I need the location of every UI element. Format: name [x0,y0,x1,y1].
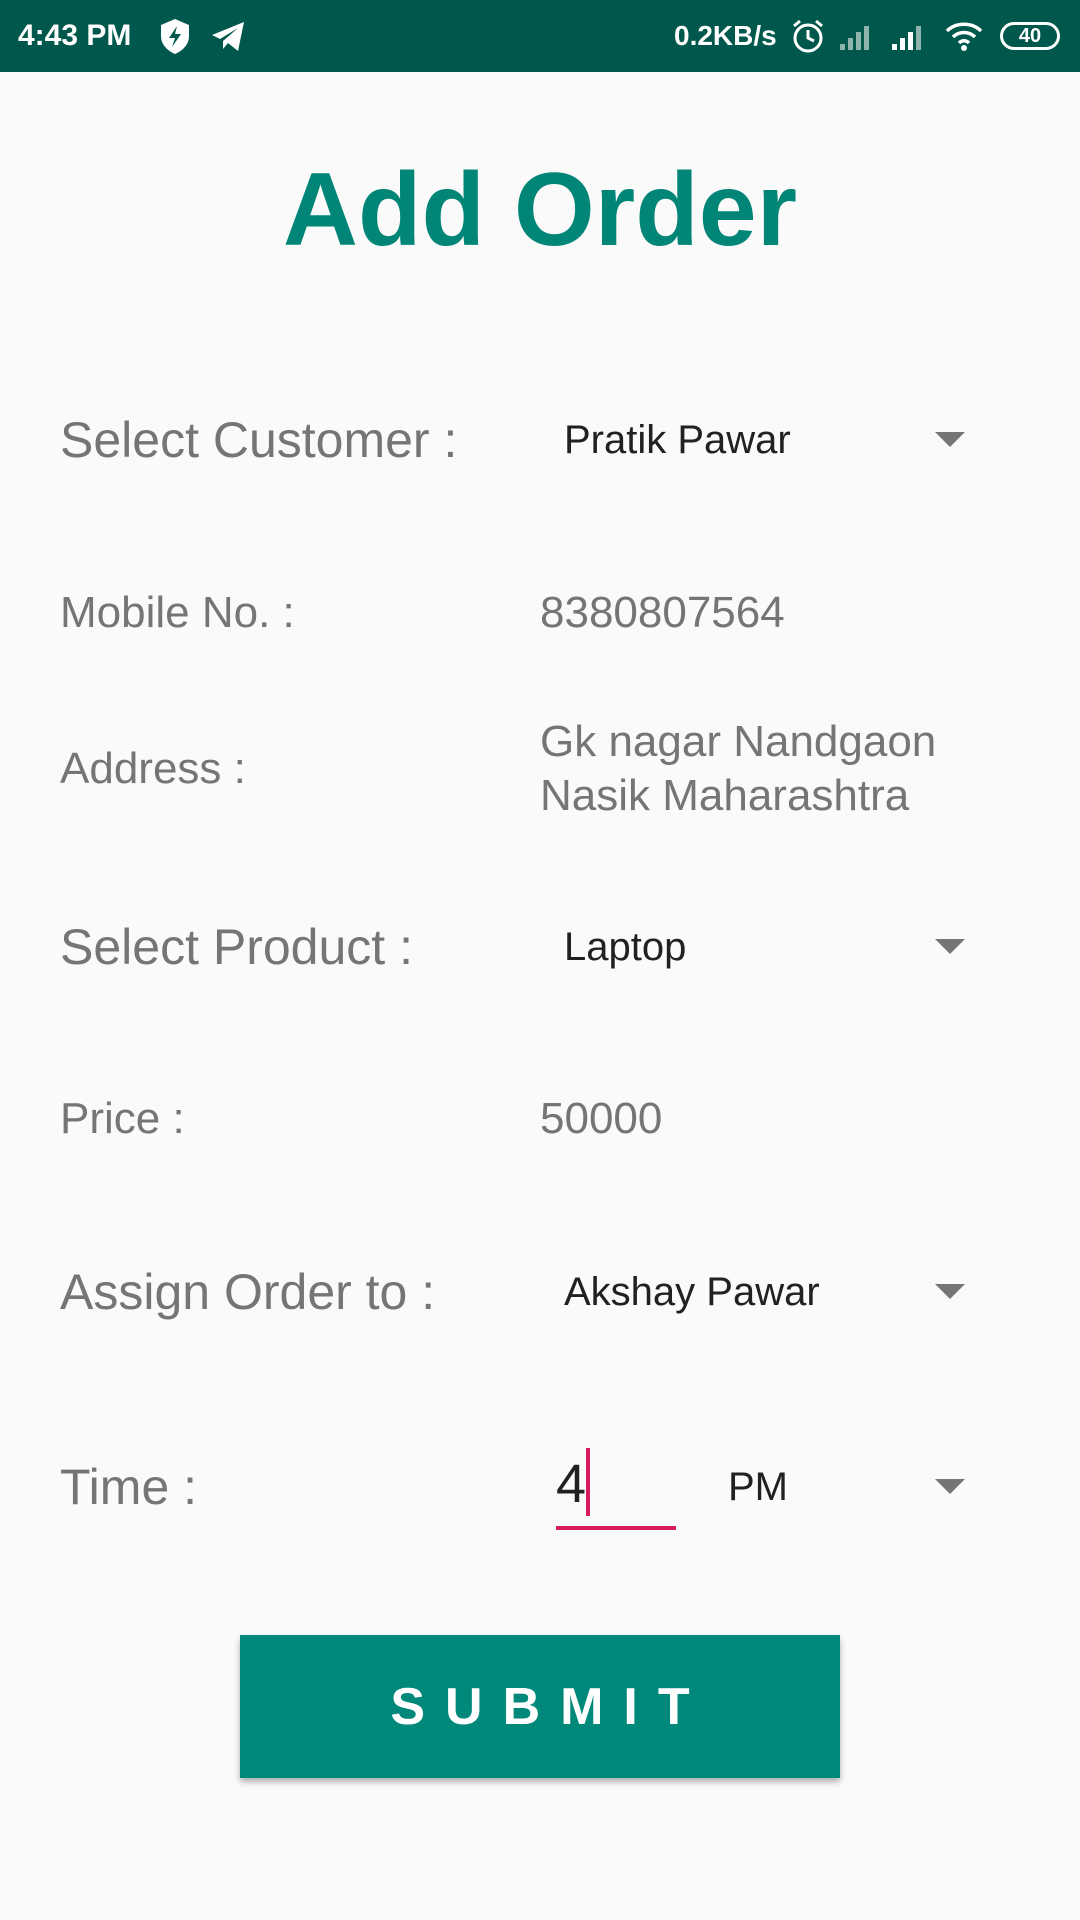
am-pm-spinner[interactable]: PM [700,1442,980,1532]
am-pm-selected: PM [728,1465,788,1509]
status-bar: 4:43 PM 0.2KB/s 40 [0,0,1080,72]
page-title: Add Order [282,152,798,268]
submit-button[interactable]: SUBMIT [240,1635,840,1778]
time-hour-value: 4 [556,1454,587,1514]
signal-icon [888,16,928,56]
dropdown-arrow-icon [935,939,965,954]
address-line-1: Gk nagar Nandgaon [540,717,937,766]
product-selected: Laptop [564,925,687,969]
customer-spinner[interactable]: Pratik Pawar [540,395,980,485]
price-label: Price : [60,1094,185,1143]
select-customer-label: Select Customer : [60,412,458,468]
mobile-value: 8380807564 [540,588,785,637]
dropdown-arrow-icon [935,1479,965,1494]
address-label: Address : [60,744,246,793]
alarm-icon [788,16,828,56]
time-label: Time : [60,1459,198,1515]
dropdown-arrow-icon [935,432,965,447]
time-hour-input[interactable]: 4 [556,1440,676,1530]
wifi-icon [944,16,984,56]
status-time: 4:43 PM [18,19,132,52]
shield-bolt-icon [155,16,195,56]
network-speed: 0.2KB/s [674,20,777,51]
assign-selected: Akshay Pawar [564,1270,820,1314]
text-cursor [586,1448,590,1516]
signal-icon [836,16,876,56]
address-line-2: Nasik Maharashtra [540,771,910,820]
product-spinner[interactable]: Laptop [540,902,980,992]
price-value: 50000 [540,1094,663,1143]
customer-selected: Pratik Pawar [564,418,791,462]
select-product-label: Select Product : [60,919,413,975]
mobile-label: Mobile No. : [60,588,295,637]
battery-icon: 40 [1000,22,1060,50]
dropdown-arrow-icon [935,1284,965,1299]
assign-order-label: Assign Order to : [60,1264,436,1320]
telegram-icon [208,16,248,56]
assign-spinner[interactable]: Akshay Pawar [540,1247,980,1337]
